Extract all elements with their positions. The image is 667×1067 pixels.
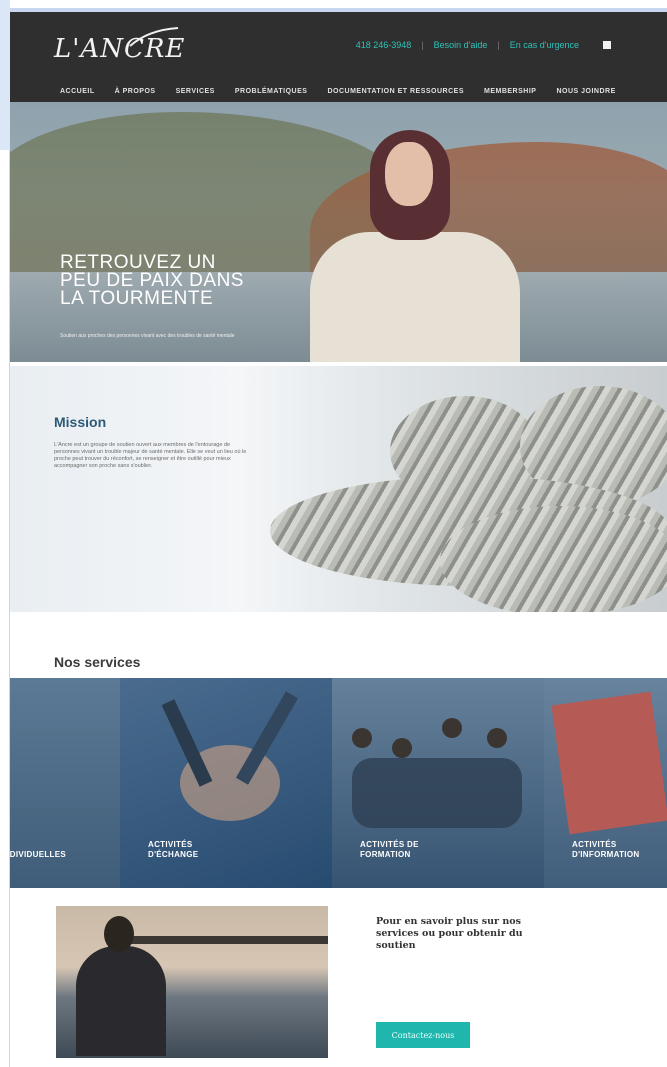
nav-item-a-propos[interactable]: À PROPOS [115, 88, 156, 95]
mission-text: L'Ancre est un groupe de soutien ouvert … [54, 442, 247, 469]
nav-item-membership[interactable]: MEMBERSHIP [484, 88, 536, 95]
service-label: ACTIVITÉS D'INFORMATION [572, 840, 640, 859]
contact-prompt-text: Pour en savoir plus sur nos services ou … [376, 916, 523, 951]
page: L'ANCRE 418 246-3948 | Besoin d'aide | E… [10, 0, 667, 1067]
nav-item-nous-joindre[interactable]: NOUS JOINDRE [556, 88, 615, 95]
site-header: L'ANCRE 418 246-3948 | Besoin d'aide | E… [10, 8, 667, 102]
service-label: ACTIVITÉS D'ÉCHANGE [148, 840, 199, 859]
service-card[interactable]: ACTIVITÉS D'ÉCHANGE [120, 678, 332, 888]
phone-link[interactable]: 418 246-3948 [356, 40, 412, 50]
services-title: Nos services [54, 654, 141, 670]
service-label: ACTIVITÉS INDIVIDUELLES [10, 850, 66, 859]
header-contact-bar: 418 246-3948 | Besoin d'aide | En cas d'… [356, 40, 611, 50]
hero-person-body [310, 232, 520, 362]
separator: | [421, 40, 424, 50]
page-left-strip [0, 0, 10, 150]
pier-shape [126, 936, 328, 944]
hero-title: RETROUVEZ UN PEU DE PAIX DANS LA TOURMEN… [60, 252, 244, 309]
nav-item-problematiques[interactable]: PROBLÉMATIQUES [235, 88, 308, 95]
seated-person-head [104, 916, 134, 952]
page-left-rail [0, 0, 10, 1067]
help-link[interactable]: Besoin d'aide [434, 40, 488, 50]
hero-subtitle: Soutien aux proches des personnes vivant… [60, 333, 235, 339]
hero-person-face [385, 142, 433, 206]
rope-image [440, 506, 667, 612]
logo-swoosh-icon [129, 27, 179, 47]
urgent-link[interactable]: En cas d'urgence [510, 40, 579, 50]
mission-section: Mission L'Ancre est un groupe de soutien… [10, 366, 667, 612]
service-card[interactable]: ACTIVITÉS D'INFORMATION [544, 678, 667, 888]
menu-square-icon[interactable] [603, 41, 611, 49]
hero-banner: RETROUVEZ UN PEU DE PAIX DANS LA TOURMEN… [10, 102, 667, 362]
mission-title: Mission [54, 414, 107, 430]
seated-person-shape [76, 946, 166, 1056]
service-label: ACTIVITÉS DE FORMATION [360, 840, 419, 859]
main-nav: ACCUEIL À PROPOS SERVICES PROBLÉMATIQUES… [60, 88, 616, 95]
service-card[interactable]: ACTIVITÉS DE FORMATION [332, 678, 544, 888]
nav-item-services[interactable]: SERVICES [176, 88, 215, 95]
contact-photo [56, 906, 328, 1058]
separator: | [497, 40, 500, 50]
service-card[interactable]: ACTIVITÉS INDIVIDUELLES [10, 678, 120, 888]
services-strip: ACTIVITÉS INDIVIDUELLES ACTIVITÉS D'ÉCHA… [10, 678, 667, 888]
nav-item-accueil[interactable]: ACCUEIL [60, 88, 95, 95]
nav-item-documentation[interactable]: DOCUMENTATION ET RESSOURCES [327, 88, 464, 95]
contact-button[interactable]: Contactez-nous [376, 1022, 470, 1048]
